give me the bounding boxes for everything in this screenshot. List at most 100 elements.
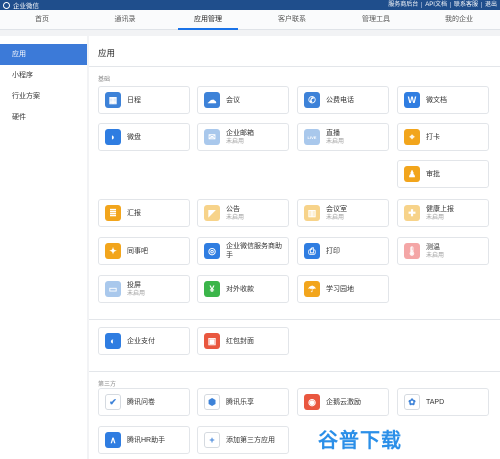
- thermometer-icon: 🌡: [404, 243, 420, 259]
- phone-icon: ✆: [304, 92, 320, 108]
- app-name: 企业支付: [127, 337, 155, 345]
- red-packet-icon: ▣: [204, 333, 220, 349]
- app-name: 公费电话: [326, 96, 354, 104]
- app-name: 公告: [226, 205, 240, 213]
- app-card[interactable]: ✿ TAPD: [397, 388, 489, 416]
- link-api-docs[interactable]: API文档: [421, 2, 450, 8]
- app-card[interactable]: ✉ 企业邮箱 未启用: [197, 123, 289, 151]
- app-name: 企业微信服务商助手: [226, 243, 282, 259]
- word-doc-icon: W: [404, 92, 420, 108]
- app-name: 腾讯HR助手: [127, 436, 166, 444]
- app-card[interactable]: ⬢ 腾讯乐享: [197, 388, 289, 416]
- approval-stamp-icon: ♟: [404, 166, 420, 182]
- app-status: 未启用: [226, 214, 245, 221]
- app-name: 会议: [226, 96, 240, 104]
- tab-contacts[interactable]: 通讯录: [95, 10, 155, 30]
- plus-icon: +: [204, 432, 220, 448]
- brand: 企业微信: [0, 0, 39, 10]
- app-status: 未启用: [426, 252, 445, 259]
- app-card[interactable]: ✦ 同事吧: [98, 237, 190, 265]
- tab-my-enterprise[interactable]: 我的企业: [429, 10, 489, 30]
- tapd-icon: ✿: [404, 394, 420, 410]
- meeting-room-icon: ▥: [304, 205, 320, 221]
- app-card[interactable]: ♟ 审批: [397, 160, 489, 188]
- enterprise-pay-icon: ◐: [105, 333, 121, 349]
- sidebar-item-apps[interactable]: 应用: [0, 44, 87, 65]
- app-name: 微盘: [127, 133, 141, 141]
- app-status: 未启用: [326, 214, 345, 221]
- tab-app-management[interactable]: 应用管理: [178, 10, 238, 30]
- app-name: 对外收款: [226, 285, 254, 293]
- payment-icon: ¥: [204, 281, 220, 297]
- brand-name: 企业微信: [13, 3, 39, 10]
- sidebar-item-industry-solutions[interactable]: 行业方案: [0, 86, 87, 107]
- top-bar: 企业微信 服务商后台 API文档 联系客服 退出: [0, 0, 500, 10]
- tab-customer-contact[interactable]: 客户联系: [262, 10, 322, 30]
- nav-tabs: 首页 通讯录 应用管理 客户联系 管理工具 我的企业: [0, 10, 500, 30]
- app-card[interactable]: ☂ 学习园地: [297, 275, 389, 303]
- divider: [89, 66, 500, 67]
- app-card[interactable]: ∧ 腾讯HR助手: [98, 426, 190, 454]
- app-card[interactable]: ¥ 对外收款: [197, 275, 289, 303]
- app-card[interactable]: + 添加第三方应用: [197, 426, 289, 454]
- learning-icon: ☂: [304, 281, 320, 297]
- app-name: 添加第三方应用: [226, 436, 275, 444]
- app-card[interactable]: ☁ 会议: [197, 86, 289, 114]
- app-name: 投屏: [127, 281, 141, 289]
- app-name: 微文档: [426, 96, 447, 104]
- app-card[interactable]: ✔ 腾讯问卷: [98, 388, 190, 416]
- app-card[interactable]: ◗ 微盘: [98, 123, 190, 151]
- cloud-icon: ☁: [204, 92, 220, 108]
- app-status: 未启用: [226, 138, 245, 145]
- app-card[interactable]: ◎ 企业微信服务商助手: [197, 237, 289, 265]
- app-card[interactable]: W 微文档: [397, 86, 489, 114]
- sidebar: 应用 小程序 行业方案 硬件: [0, 36, 87, 459]
- app-card[interactable]: ⎙ 打印: [297, 237, 389, 265]
- divider: [89, 371, 500, 372]
- link-logout[interactable]: 退出: [480, 2, 500, 8]
- link-contact-support[interactable]: 联系客服: [449, 2, 481, 8]
- sidebar-item-mini-programs[interactable]: 小程序: [0, 65, 87, 86]
- app-card[interactable]: 🌡 测温 未启用: [397, 237, 489, 265]
- app-card[interactable]: LIVE 直播 未启用: [297, 123, 389, 151]
- app-status: 未启用: [426, 214, 445, 221]
- app-card[interactable]: ⌖ 打卡: [397, 123, 489, 151]
- section-label-basic: 基础: [98, 77, 111, 83]
- app-card[interactable]: ▣ 红包封面: [197, 327, 289, 355]
- app-card[interactable]: ✆ 公费电话: [297, 86, 389, 114]
- penguin-incentive-icon: ◉: [304, 394, 320, 410]
- app-card[interactable]: ◉ 企鹅云激励: [297, 388, 389, 416]
- sidebar-item-hardware[interactable]: 硬件: [0, 107, 87, 128]
- divider: [89, 319, 500, 320]
- app-card[interactable]: ✚ 健康上报 未启用: [397, 199, 489, 227]
- app-card[interactable]: ▦ 日程: [98, 86, 190, 114]
- app-card[interactable]: ▭ 投屏 未启用: [98, 275, 190, 303]
- location-pin-icon: ⌖: [404, 129, 420, 145]
- app-name: 健康上报: [426, 205, 454, 213]
- app-card[interactable]: ◐ 企业支付: [98, 327, 190, 355]
- app-name: 直播: [326, 129, 340, 137]
- colleague-icon: ✦: [105, 243, 121, 259]
- link-provider-console[interactable]: 服务商后台: [385, 2, 421, 8]
- app-name: TAPD: [426, 398, 445, 406]
- app-name: 会议室: [326, 205, 347, 213]
- app-card[interactable]: ◤ 公告 未启用: [197, 199, 289, 227]
- mail-icon: ✉: [204, 129, 220, 145]
- app-name: 企业邮箱: [226, 129, 254, 137]
- app-name: 学习园地: [326, 285, 354, 293]
- app-name: 汇报: [127, 209, 141, 217]
- app-name: 同事吧: [127, 247, 148, 255]
- app-card[interactable]: ▥ 会议室 未启用: [297, 199, 389, 227]
- section-label-third-party: 第三方: [98, 382, 117, 388]
- app-name: 腾讯问卷: [127, 398, 155, 406]
- wework-logo-icon: [3, 1, 10, 9]
- survey-icon: ✔: [105, 394, 121, 410]
- tab-home[interactable]: 首页: [12, 10, 72, 30]
- app-name: 红包封面: [226, 337, 254, 345]
- app-name: 测温: [426, 243, 440, 251]
- app-name: 打印: [326, 247, 340, 255]
- top-links: 服务商后台 API文档 联系客服 退出: [385, 2, 500, 8]
- app-card[interactable]: ≣ 汇报: [98, 199, 190, 227]
- app-name: 腾讯乐享: [226, 398, 254, 406]
- tab-management-tools[interactable]: 管理工具: [346, 10, 406, 30]
